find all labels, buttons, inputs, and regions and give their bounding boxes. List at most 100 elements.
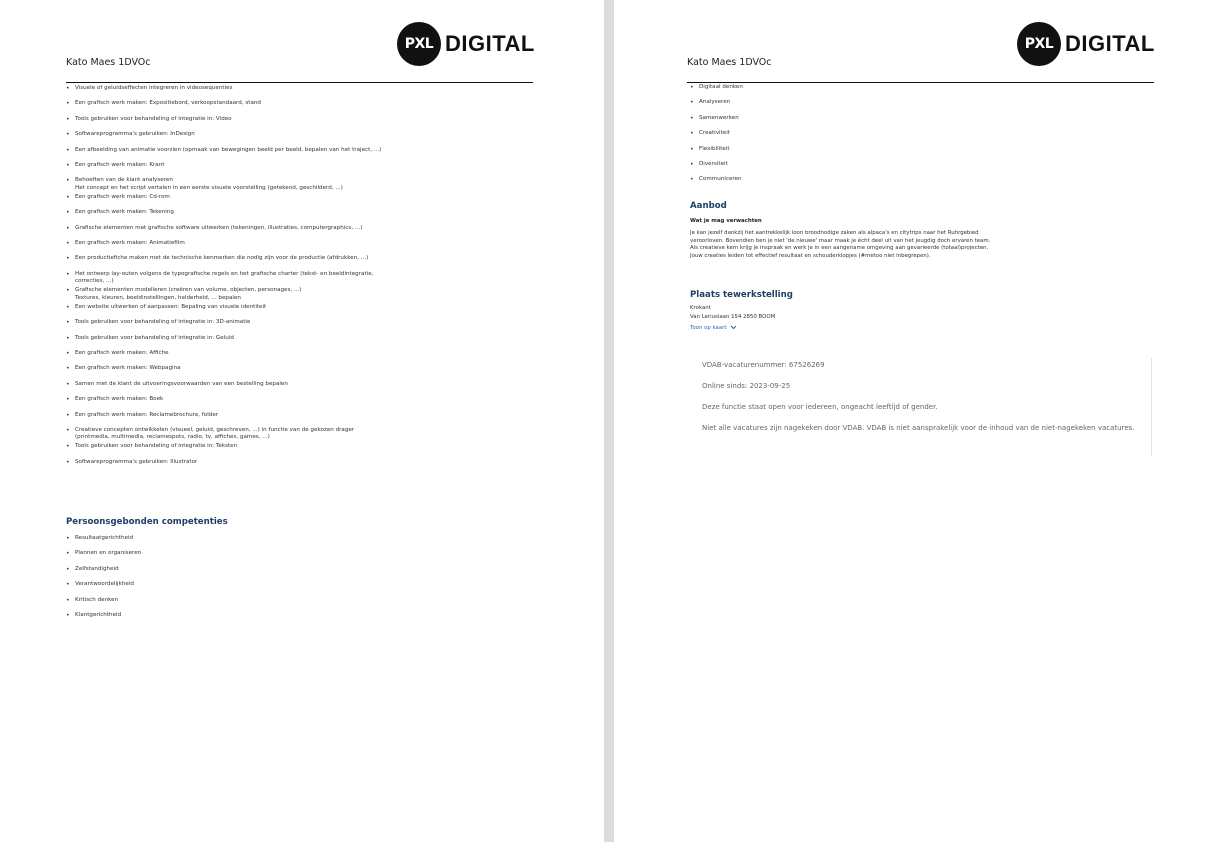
personal-competence-item-text: Zelfstandigheid [75, 565, 119, 572]
author-name: Kato Maes 1DVOc [687, 57, 772, 68]
vdab-disclaimer: Niet alle vacatures zijn nagekeken door … [702, 424, 1135, 432]
competence-item-text: Een grafisch werk maken: Reclamebrochure… [75, 411, 219, 418]
show-on-map-link[interactable]: Toon op kaart [690, 325, 737, 331]
competence-item-text: Tools gebruiken voor behandeling of inte… [75, 334, 234, 341]
competence-item: Grafische elementen met grafische softwa… [66, 224, 536, 233]
competence-item-text: Een grafisch werk maken: Animatiefilm [75, 240, 185, 247]
competence-item: Een grafisch werk maken: Tekening [66, 209, 536, 217]
competence-item: Een afbeelding van animatie voorzien (op… [66, 146, 536, 155]
skill-item: Flexibiliteit [690, 146, 990, 154]
competence-item: Softwareprogramma's gebruiken: InDesign [66, 131, 536, 139]
company-name: Krokant [690, 305, 711, 311]
open-to-all-note: Deze functie staat open voor iedereen, o… [702, 403, 938, 411]
competence-item: Een grafisch werk maken: Reclamebrochure… [66, 411, 536, 420]
document-page-left: PXL DIGITAL Kato Maes 1DVOc Visuele of g… [0, 0, 604, 842]
competence-item-text: Grafische elementen modelleren (creëren … [75, 287, 302, 294]
aanbod-line: veroorloven. Bovendien ben je niet 'de n… [690, 237, 991, 244]
vacancy-number: VDAB-vacaturenummer: 67526269 [702, 361, 825, 369]
competence-item-text: Een afbeelding van animatie voorzien (op… [75, 146, 382, 153]
competence-item-text: Het concept en het script vertalen in ee… [75, 184, 343, 191]
competence-item-text: Tools gebruiken voor behandeling of inte… [75, 319, 251, 326]
aanbod-line: Jouw creaties leiden tot effectief resul… [690, 252, 931, 259]
competence-item: Behoeften van de klant analyserenHet con… [66, 177, 536, 192]
aanbod-heading: Aanbod [690, 201, 727, 211]
competence-item: Een grafisch werk maken: Cd-rom [66, 193, 536, 202]
skill-item-text: Digitaal denken [699, 84, 743, 90]
competence-item-text: Een website uitwerken of aanpassen: Bepa… [75, 303, 267, 310]
competence-item: Een grafisch werk maken: Expositiebord, … [66, 100, 536, 108]
header-rule [687, 82, 1154, 83]
aanbod-line: Je kan jezelf dankzij het aantrekkelijk … [690, 230, 979, 236]
competence-item-text: correcties, ...) [75, 278, 114, 285]
personal-competence-item: Resultaatgerichtheid [66, 535, 366, 543]
skill-item: Analyseren [690, 99, 990, 107]
competence-item-text: Samen met de klant de uitvoeringsvoorwaa… [75, 380, 288, 387]
personal-competence-item: Kritisch denken [66, 596, 366, 605]
competence-item-text: Een grafisch werk maken: Webpagina [75, 365, 181, 372]
competence-item-text: Softwareprogramma's gebruiken: Illustrat… [75, 458, 198, 465]
skill-item-text: Analyseren [699, 99, 731, 106]
author-name: Kato Maes 1DVOc [66, 57, 151, 68]
competence-item-text: Een grafisch werk maken: Tekening [75, 209, 174, 216]
competence-item: Een grafisch werk maken: Boek [66, 396, 536, 404]
competence-item-text: Een grafisch werk maken: Expositiebord, … [75, 100, 261, 107]
skill-item-text: Samenwerken [699, 114, 739, 121]
chevron-down-icon [730, 325, 737, 330]
competence-item: Een grafisch werk maken: Animatiefilm [66, 240, 536, 248]
competence-item-text: Behoeften van de klant analyseren [75, 177, 173, 184]
digital-logo-word: DIGITAL [445, 31, 535, 56]
skill-item: Diversiteit [690, 161, 990, 169]
competence-item-text: (printmedia, multimedia, reclamespots, r… [75, 434, 270, 441]
document-page-right: PXL DIGITAL Kato Maes 1DVOc Digitaal den… [614, 0, 1214, 842]
competence-item-text: Visuele of geluidseffecten integreren in… [75, 85, 233, 91]
competence-item: Tools gebruiken voor behandeling of inte… [66, 443, 536, 451]
pxl-logo-mark: PXL [1017, 22, 1061, 66]
competence-item: Het ontwerp lay-outen volgens de typogra… [66, 271, 536, 286]
competence-item-text: Een grafisch werk maken: Cd-rom [75, 193, 170, 200]
competence-item: Samen met de klant de uitvoeringsvoorwaa… [66, 380, 536, 389]
online-since: Online sinds: 2023-09-25 [702, 382, 791, 390]
skill-item: Creativiteit [690, 130, 990, 138]
competence-item: Een grafisch werk maken: Affiche [66, 350, 536, 358]
skill-item-text: Communiceren [699, 176, 742, 183]
competence-item-text: Grafische elementen met grafische softwa… [75, 224, 363, 231]
skill-item-text: Diversiteit [699, 161, 728, 168]
pxl-logo-mark: PXL [397, 22, 441, 66]
personal-competence-item: Klantgerichtheid [66, 612, 366, 620]
competence-item: Een grafisch werk maken: Webpagina [66, 365, 536, 373]
aanbod-line: Als creatieve kern krijg je inspraak en … [690, 245, 989, 252]
competence-item: Tools gebruiken voor behandeling of inte… [66, 334, 536, 343]
skill-item-text: Creativiteit [699, 130, 730, 137]
aanbod-subheading: Wat je mag verwachten [690, 218, 762, 224]
competence-item-text: Het ontwerp lay-outen volgens de typogra… [75, 270, 374, 277]
competence-item: Visuele of geluidseffecten integreren in… [66, 85, 536, 93]
competence-item: Een productiefiche maken met de technisc… [66, 255, 536, 263]
competence-item: Tools gebruiken voor behandeling of inte… [66, 319, 536, 327]
digital-logo-word: DIGITAL [1065, 31, 1155, 56]
aanbod-text: Je kan jezelf dankzij het aantrekkelijk … [690, 230, 1150, 260]
personal-competence-item: Verantwoordelijkheid [66, 581, 366, 589]
competence-item-text: Tools gebruiken voor behandeling of inte… [75, 115, 232, 122]
skill-item: Communiceren [690, 176, 990, 184]
competence-item: Een grafisch werk maken: Krant [66, 162, 536, 170]
competence-item: Een website uitwerken of aanpassen: Bepa… [66, 303, 536, 312]
meta-box-border [1151, 358, 1152, 456]
competence-list: Visuele of geluidseffecten integreren in… [66, 85, 536, 474]
competence-item-text: Textures, kleuren, beeldinstellingen, he… [75, 294, 241, 301]
competence-item-text: Een grafisch werk maken: Boek [75, 396, 164, 403]
competence-item: Grafische elementen modelleren (creëren … [66, 287, 536, 302]
header-rule [66, 82, 533, 83]
skill-item: Digitaal denken [690, 84, 990, 92]
personal-competence-item-text: Kritisch denken [75, 596, 119, 603]
company-address: Van Leriuslaan 154 2850 BOOM [690, 314, 776, 320]
personal-competence-item-text: Plannen en organiseren [75, 550, 142, 557]
personal-competence-item-text: Verantwoordelijkheid [75, 581, 134, 588]
page-gutter [604, 0, 614, 842]
personal-competence-item-text: Resultaatgerichtheid [75, 535, 134, 541]
competence-item-text: Een productiefiche maken met de technisc… [75, 255, 369, 262]
personal-competences-heading: Persoonsgebonden competenties [66, 517, 228, 527]
competence-item-text: Softwareprogramma's gebruiken: InDesign [75, 131, 195, 138]
pxl-digital-logo: PXL DIGITAL [397, 22, 535, 66]
competence-item: Creatieve concepten ontwikkelen (visueel… [66, 427, 536, 442]
competence-item-text: Tools gebruiken voor behandeling of inte… [75, 443, 238, 450]
